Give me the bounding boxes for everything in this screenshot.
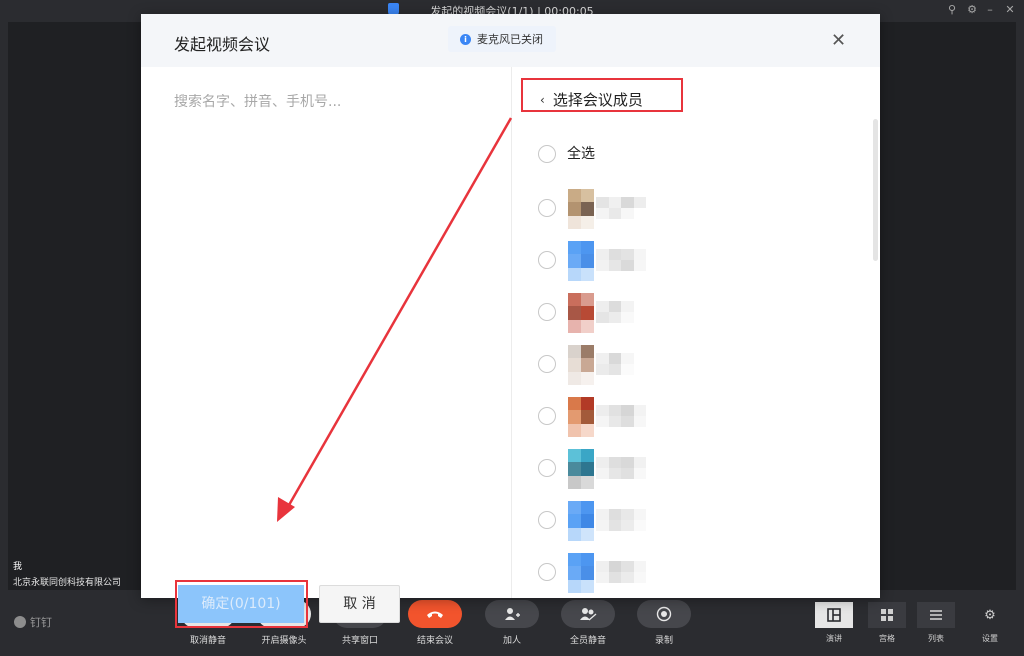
mute-all-label: 全员静音 <box>569 636 606 646</box>
start-video-meeting-dialog: 发起视频会议 i 麦克风已关闭 ✕ 确定(0/101) 取 消 ‹ 选择会议成员… <box>141 14 880 628</box>
add-person-label: 加人 <box>502 636 521 646</box>
brand: 钉钉 <box>14 614 52 630</box>
add-person-button[interactable]: 加人 <box>480 600 544 646</box>
member-name-blurred <box>596 249 646 271</box>
meeting-toolbar: 钉钉 取消静音 开启摄像头 共享窗口 结束会议 加人 全员静音 录制 演讲 宫格… <box>0 596 1024 656</box>
end-meeting-label: 结束会议 <box>416 636 453 646</box>
camera-label: 开启摄像头 <box>261 636 307 646</box>
record-icon <box>637 600 691 628</box>
gear-icon: ⚙ <box>984 607 996 623</box>
select-all-radio[interactable] <box>538 145 556 163</box>
member-name-blurred <box>596 457 646 479</box>
member-row[interactable] <box>512 189 852 229</box>
avatar <box>568 397 594 437</box>
settings-icon[interactable]: ⚙ <box>965 3 979 17</box>
member-name-blurred <box>596 301 646 323</box>
self-organization: 北京永联同创科技有限公司 <box>13 578 122 588</box>
grid-view-icon <box>868 602 906 628</box>
member-name-blurred <box>596 509 646 531</box>
avatar <box>568 345 594 385</box>
member-radio[interactable] <box>538 355 556 373</box>
member-radio[interactable] <box>538 563 556 581</box>
member-name-blurred <box>596 197 646 219</box>
record-button[interactable]: 录制 <box>632 600 696 646</box>
search-input[interactable] <box>174 94 474 110</box>
close-icon[interactable]: ✕ <box>831 30 846 51</box>
member-radio[interactable] <box>538 251 556 269</box>
close-icon[interactable]: ✕ <box>1003 3 1017 17</box>
search-pane: 确定(0/101) 取 消 <box>141 67 511 628</box>
brand-label: 钉钉 <box>30 616 52 629</box>
minimize-icon[interactable]: – <box>983 3 997 17</box>
select-all-row[interactable]: 全选 <box>512 135 852 175</box>
cancel-button[interactable]: 取 消 <box>319 585 400 623</box>
avatar <box>568 189 594 229</box>
dialog-title: 发起视频会议 <box>174 35 271 54</box>
pin-icon[interactable]: ⚲ <box>945 3 959 17</box>
list-view-label: 列表 <box>928 634 944 643</box>
member-row[interactable] <box>512 553 852 593</box>
avatar <box>568 501 594 541</box>
member-title-highlight-box <box>521 78 683 112</box>
member-name-blurred <box>596 405 646 427</box>
speaker-view-button[interactable]: 演讲 <box>815 602 853 644</box>
avatar <box>568 553 594 593</box>
member-list-scrollbar[interactable] <box>873 119 878 261</box>
self-name: 我 <box>13 562 23 572</box>
member-radio[interactable] <box>538 407 556 425</box>
confirm-highlight-box <box>175 580 308 628</box>
list-view-button[interactable]: 列表 <box>917 602 955 644</box>
avatar <box>568 241 594 281</box>
dialog-header: 发起视频会议 i 麦克风已关闭 ✕ <box>141 14 880 67</box>
toast-text: 麦克风已关闭 <box>477 33 543 46</box>
member-row[interactable] <box>512 345 852 385</box>
mute-all-button[interactable]: 全员静音 <box>556 600 620 646</box>
member-row[interactable] <box>512 397 852 437</box>
info-icon: i <box>460 33 471 45</box>
unmute-label: 取消静音 <box>189 636 226 646</box>
member-radio[interactable] <box>538 459 556 477</box>
meeting-settings-button[interactable]: ⚙ 设置 <box>971 602 1009 644</box>
avatar <box>568 449 594 489</box>
member-radio[interactable] <box>538 511 556 529</box>
avatar <box>568 293 594 333</box>
member-radio[interactable] <box>538 199 556 217</box>
speaker-view-icon <box>815 602 853 628</box>
grid-view-button[interactable]: 宫格 <box>868 602 906 644</box>
mute-all-icon <box>561 600 615 628</box>
share-window-label: 共享窗口 <box>341 636 378 646</box>
select-all-label: 全选 <box>567 146 595 162</box>
member-radio[interactable] <box>538 303 556 321</box>
record-label: 录制 <box>654 636 673 646</box>
end-meeting-button[interactable]: 结束会议 <box>403 600 467 646</box>
mic-off-toast: i 麦克风已关闭 <box>448 26 556 52</box>
speaker-view-label: 演讲 <box>826 634 842 643</box>
member-row[interactable] <box>512 241 852 281</box>
member-row[interactable] <box>512 293 852 333</box>
hangup-icon <box>408 600 462 628</box>
meeting-settings-label: 设置 <box>982 634 998 643</box>
member-name-blurred <box>596 353 646 375</box>
member-row[interactable] <box>512 449 852 489</box>
add-person-icon <box>485 600 539 628</box>
member-name-blurred <box>596 561 646 583</box>
dingtalk-logo-icon <box>14 616 26 628</box>
grid-view-label: 宫格 <box>879 634 895 643</box>
list-view-icon <box>917 602 955 628</box>
member-row[interactable] <box>512 501 852 541</box>
member-pane: ‹ 选择会议成员 全选 <box>512 67 880 598</box>
